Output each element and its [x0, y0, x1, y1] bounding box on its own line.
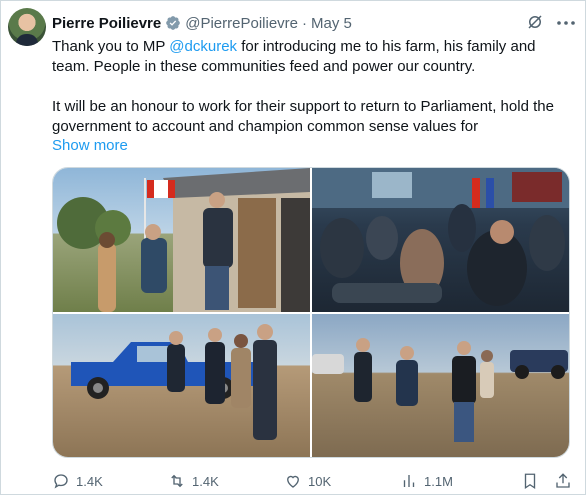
media-grid	[52, 167, 570, 458]
like-button[interactable]: 10K	[284, 471, 331, 491]
separator-dot: ·	[302, 14, 307, 32]
truck-photo-image	[71, 324, 277, 440]
reply-button[interactable]: 1.4K	[52, 471, 103, 491]
avatar[interactable]	[8, 8, 46, 46]
verified-badge-icon	[166, 16, 181, 30]
farmhouse-photo-image	[57, 168, 310, 312]
like-count: 10K	[308, 473, 332, 489]
show-more-link[interactable]: Show more	[52, 137, 128, 154]
repost-count: 1.4K	[192, 473, 219, 489]
tweet-text: Thank you to MP @dckurek for introducing…	[52, 37, 572, 137]
post-date[interactable]: May 5	[311, 15, 352, 32]
share-icon	[556, 473, 570, 488]
reply-icon	[54, 474, 68, 489]
share-button[interactable]	[554, 471, 572, 491]
analytics-icon	[403, 475, 415, 487]
author-name[interactable]: Pierre Poilievre	[52, 15, 161, 32]
tweet-card[interactable]: Pierre Poilievre @PierrePoilievre · May …	[0, 0, 586, 495]
gathering-photo-image	[312, 168, 569, 306]
bookmark-button[interactable]	[521, 471, 539, 491]
views-button[interactable]: 1.1M	[400, 471, 453, 491]
action-bar: 1.4K 1.4K 10K 1.1M	[52, 471, 577, 491]
text-paragraph-2: It will be an honour to work for their s…	[52, 98, 554, 135]
photo-farmhouse-handshake[interactable]	[53, 168, 310, 312]
mention-link[interactable]: @dckurek	[169, 38, 237, 55]
tweet-header: Pierre Poilievre @PierrePoilievre · May …	[52, 13, 352, 33]
photo-blue-truck-group[interactable]	[53, 314, 310, 457]
more-options-icon[interactable]	[556, 21, 576, 25]
author-handle[interactable]: @PierrePoilievre	[185, 15, 298, 32]
heart-icon	[287, 475, 299, 488]
grok-icon[interactable]	[526, 13, 544, 31]
reply-count: 1.4K	[76, 473, 103, 489]
repost-icon	[171, 474, 183, 488]
repost-button[interactable]: 1.4K	[168, 471, 219, 491]
text-intro: Thank you to MP	[52, 38, 170, 55]
photo-field-greeting[interactable]	[312, 314, 569, 457]
bookmark-icon	[524, 473, 536, 490]
photo-indoor-gathering[interactable]	[312, 168, 569, 312]
views-count: 1.1M	[424, 473, 453, 489]
field-photo-image	[312, 338, 568, 442]
